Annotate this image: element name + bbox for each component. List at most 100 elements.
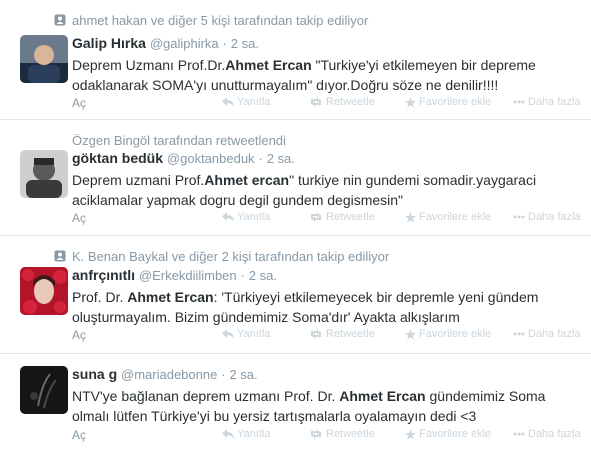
more-button[interactable]: Daha fazla [513,211,581,223]
reply-label: Yanıtla [237,328,271,340]
tweet-text: Deprem uzmani Prof.Ahmet ercan" turkiye … [72,170,572,210]
timestamp[interactable]: 2 sa. [231,36,259,51]
author-handle[interactable]: @goktanbeduk [167,151,255,166]
tweet-4[interactable]: suna g @mariadebonne · 2 sa. NTV'ye bağl… [0,354,591,452]
tweet-context[interactable]: K. Benan Baykal ve diğer 2 kişi tarafınd… [72,249,389,264]
retweet-icon [311,97,321,107]
tweet-header: suna g @mariadebonne · 2 sa. [72,366,258,382]
retweet-button[interactable]: Retweetle [309,428,375,440]
more-button[interactable]: Daha fazla [513,328,581,340]
tweet-actions: Aç Yanıtla Retweetle Favorilere ekle Dah… [72,211,582,229]
author-name[interactable]: suna g [72,366,117,382]
tweet-actions: Aç Yanıtla Retweetle Favorilere ekle Dah… [72,328,582,346]
open-link[interactable]: Aç [72,211,86,225]
reply-label: Yanıtla [237,428,271,440]
follow-person-icon [54,14,66,26]
tweet-text: Prof. Dr. Ahmet Ercan: 'Türkiyeyi etkile… [72,287,572,327]
more-dots-icon [513,332,525,336]
tweet-context[interactable]: Özgen Bingöl tarafından retweetlendi [72,133,286,148]
tweet-header: göktan bedük @goktanbeduk · 2 sa. [72,150,295,166]
tweet-3[interactable]: K. Benan Baykal ve diğer 2 kişi tarafınd… [0,236,591,354]
highlighted-keyword: Ahmet Ercan [127,289,214,305]
more-button[interactable]: Daha fazla [513,428,581,440]
timestamp[interactable]: 2 sa. [267,151,295,166]
open-link[interactable]: Aç [72,428,86,442]
reply-icon [222,212,234,222]
retweet-label: Retweetle [326,211,375,223]
tweet-2[interactable]: Özgen Bingöl tarafından retweetlendi gök… [0,120,591,236]
reply-button[interactable]: Yanıtla [222,328,270,340]
author-name[interactable]: göktan bedük [72,150,163,166]
tweet-text: Deprem Uzmanı Prof.Dr.Ahmet Ercan "Turki… [72,55,572,95]
retweet-icon [311,429,321,439]
author-handle[interactable]: @Erkekdiilimben [139,268,237,283]
favorite-label: Favorilere ekle [419,328,492,340]
tweet-text: NTV'ye bağlanan deprem uzmanı Prof. Dr. … [72,386,572,426]
more-label: Daha fazla [528,211,581,223]
reply-icon [222,329,234,339]
author-handle[interactable]: @mariadebonne [121,367,217,382]
more-button[interactable]: Daha fazla [513,96,581,108]
reply-button[interactable]: Yanıtla [222,428,270,440]
retweet-button[interactable]: Retweetle [309,328,375,340]
more-label: Daha fazla [528,428,581,440]
reply-icon [222,97,234,107]
tweet-header: anfrçınıtlı @Erkekdiilimben · 2 sa. [72,267,277,283]
reply-label: Yanıtla [237,211,271,223]
star-icon [405,211,416,223]
favorite-label: Favorilere ekle [419,428,492,440]
timestamp[interactable]: 2 sa. [249,268,277,283]
tweet-header: Galip Hırka @galiphirka · 2 sa. [72,35,259,51]
avatar[interactable] [20,267,68,315]
separator-dot: · [240,268,245,283]
favorite-button[interactable]: Favorilere ekle [405,428,491,440]
favorite-button[interactable]: Favorilere ekle [405,328,491,340]
tweet-text-part: Deprem Uzmanı Prof.Dr. [72,57,226,73]
retweet-button[interactable]: Retweetle [309,96,375,108]
tweet-1[interactable]: ahmet hakan ve diğer 5 kişi tarafından t… [0,0,591,120]
reply-icon [222,429,234,439]
separator-dot: · [221,367,226,382]
open-link[interactable]: Aç [72,328,86,342]
avatar[interactable] [20,35,68,83]
star-icon [405,428,416,440]
more-label: Daha fazla [528,328,581,340]
star-icon [405,328,416,340]
author-handle[interactable]: @galiphirka [150,36,219,51]
separator-dot: · [222,36,227,51]
timestamp[interactable]: 2 sa. [229,367,257,382]
favorite-label: Favorilere ekle [419,211,492,223]
more-label: Daha fazla [528,96,581,108]
reply-button[interactable]: Yanıtla [222,96,270,108]
open-link[interactable]: Aç [72,96,86,110]
highlighted-keyword: Ahmet Ercan [225,57,312,73]
tweet-actions: Aç Yanıtla Retweetle Favorilere ekle Dah… [72,428,582,446]
tweet-text-part: NTV'ye bağlanan deprem uzmanı Prof. Dr. [72,388,340,404]
retweet-icon [311,329,321,339]
avatar[interactable] [20,366,68,414]
author-name[interactable]: anfrçınıtlı [72,267,135,283]
more-dots-icon [513,215,525,219]
retweet-label: Retweetle [326,428,375,440]
tweet-text-part: Prof. Dr. [72,289,128,305]
retweet-label: Retweetle [326,328,375,340]
tweet-text-part: Deprem uzmani Prof. [72,172,205,188]
author-name[interactable]: Galip Hırka [72,35,146,51]
more-dots-icon [513,100,525,104]
favorite-button[interactable]: Favorilere ekle [405,211,491,223]
follow-person-icon [54,250,66,262]
separator-dot: · [258,151,263,166]
favorite-button[interactable]: Favorilere ekle [405,96,491,108]
retweet-label: Retweetle [326,96,375,108]
tweet-actions: Aç Yanıtla Retweetle Favorilere ekle Dah… [72,96,582,114]
reply-button[interactable]: Yanıtla [222,211,270,223]
star-icon [405,96,416,108]
reply-label: Yanıtla [237,96,271,108]
more-dots-icon [513,432,525,436]
favorite-label: Favorilere ekle [419,96,492,108]
retweet-icon [311,212,321,222]
tweet-context[interactable]: ahmet hakan ve diğer 5 kişi tarafından t… [72,13,368,28]
avatar[interactable] [20,150,68,198]
retweet-button[interactable]: Retweetle [309,211,375,223]
highlighted-keyword: Ahmet Ercan [339,388,426,404]
